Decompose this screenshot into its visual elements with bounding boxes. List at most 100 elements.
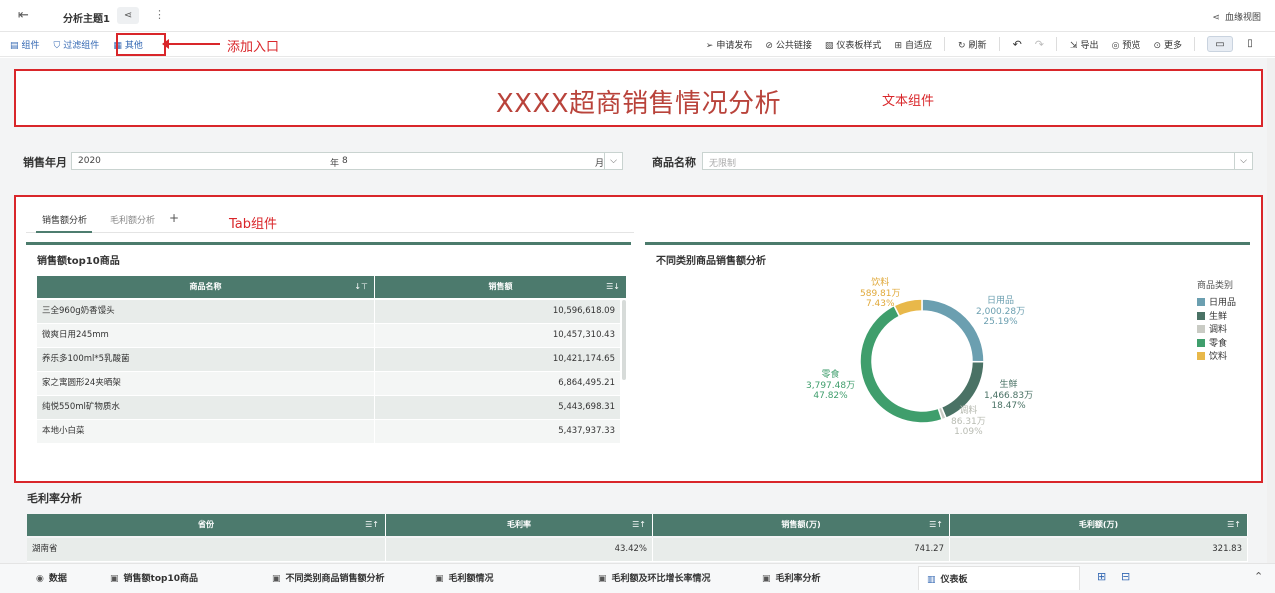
table-row[interactable]: 湖南省 43.42% 741.27 321.83 — [27, 538, 1248, 562]
table-row[interactable]: 三全960g奶香馒头 10,596,618.09 — [37, 300, 621, 324]
auto-fit-button[interactable]: ⊞ 自适应 — [894, 38, 932, 51]
column-header-margin-rate[interactable]: 毛利率 ☰↑ — [386, 514, 653, 536]
sort-icon[interactable]: ↓⊤ — [354, 276, 368, 298]
legend-item[interactable]: 生鲜 — [1197, 309, 1236, 323]
column-header-product[interactable]: 商品名称 ↓⊤ — [37, 276, 375, 298]
annotation-text-component: 文本组件 — [882, 94, 935, 109]
toolbar-divider — [998, 37, 1000, 51]
cell-product-name: 本地小白菜 — [37, 420, 375, 443]
mobile-icon: ▯ — [1247, 38, 1253, 49]
link-icon: ⊘ — [765, 40, 773, 51]
bottom-tab-data[interactable]: ◉ 数据 — [36, 571, 67, 584]
table-row[interactable]: 本地小白菜 5,437,937.33 — [37, 420, 621, 444]
table-scrollbar[interactable] — [622, 300, 626, 380]
legend-item[interactable]: 调料 — [1197, 322, 1236, 336]
redo-button[interactable]: ↷ — [1035, 38, 1044, 51]
refresh-button[interactable]: ↻ 刷新 — [958, 38, 987, 51]
sort-icon[interactable]: ☰↑ — [632, 514, 646, 536]
dashboard-style-label: 仪表板样式 — [836, 40, 882, 51]
table-row[interactable]: 纯悦550ml矿物质水 5,443,698.31 — [37, 396, 621, 420]
sort-icon[interactable]: ☰↑ — [1227, 514, 1241, 536]
margin-header: 省份 ☰↑ 毛利率 ☰↑ 销售额(万) ☰↑ 毛利额(万) ☰↑ — [27, 514, 1248, 536]
chevron-down-icon[interactable]: ⌵ — [1234, 153, 1252, 169]
text-component[interactable]: XXXX超商销售情况分析 — [14, 69, 1263, 127]
tab-sales-analysis[interactable]: 销售额分析 — [42, 213, 87, 226]
pie-slice[interactable] — [921, 298, 985, 363]
table-icon: ▣ — [272, 574, 281, 584]
column-header-province[interactable]: 省份 ☰↑ — [27, 514, 386, 536]
add-dashboard-icon[interactable]: ⊟ — [1121, 570, 1130, 583]
cell-sales: 6,864,495.21 — [375, 372, 621, 395]
bottom-tab-label: 不同类别商品销售额分析 — [285, 574, 385, 584]
add-tab-button[interactable]: + — [169, 211, 179, 225]
collapse-up-icon[interactable]: ⌃ — [1254, 570, 1263, 583]
pie-label-value: 1,466.83万 — [984, 390, 1034, 401]
export-button[interactable]: ⇲ 导出 — [1070, 38, 1099, 51]
desktop-icon: ▭ — [1215, 39, 1225, 50]
bottom-tab-top10[interactable]: ▣ 销售额top10商品 — [110, 571, 198, 584]
legend-swatch — [1197, 298, 1205, 306]
add-sheet-icon[interactable]: ⊞ — [1097, 570, 1106, 583]
filter-component-button[interactable]: ⛉ 过滤组件 — [54, 38, 100, 51]
bottom-tab-profit-growth[interactable]: ▣ 毛利额及环比增长率情况 — [598, 571, 711, 584]
bottom-tab-profit[interactable]: ▣ 毛利额情况 — [435, 571, 494, 584]
column-header-profit-wan[interactable]: 毛利额(万) ☰↑ — [950, 514, 1248, 536]
legend-item[interactable]: 日用品 — [1197, 295, 1236, 309]
sort-icon[interactable]: ☰↑ — [929, 514, 943, 536]
lineage-view-button[interactable]: ⋖ 血缘视图 — [1212, 10, 1261, 23]
table-row[interactable]: 养乐多100ml*5乳酸菌 10,421,174.65 — [37, 348, 621, 372]
pie-label-value: 3,797.48万 — [806, 380, 856, 391]
bottom-tab-label: 仪表板 — [940, 575, 968, 585]
sort-icon[interactable]: ☰↑ — [365, 514, 379, 536]
active-tab-indicator — [36, 231, 92, 233]
bottom-tab-margin[interactable]: ▣ 毛利率分析 — [762, 571, 821, 584]
component-button[interactable]: ▤ 组件 — [10, 38, 40, 51]
dashboard-style-button[interactable]: ▧ 仪表板样式 — [825, 38, 882, 51]
more-button[interactable]: ⊙ 更多 — [1153, 38, 1182, 51]
tab-gross-profit-analysis[interactable]: 毛利额分析 — [110, 213, 155, 226]
column-header-label: 省份 — [198, 520, 214, 529]
preview-button[interactable]: ◎ 预览 — [1112, 38, 1141, 51]
year-month-filter[interactable]: 2020 年 8 月 ⌵ — [71, 152, 623, 170]
column-header-sales-wan[interactable]: 销售额(万) ☰↑ — [653, 514, 950, 536]
cell-sales: 5,437,937.33 — [375, 420, 621, 443]
chart-legend: 商品类别 日用品 生鲜 调料零食 饮料 — [1197, 278, 1236, 363]
bottom-tab-category[interactable]: ▣ 不同类别商品销售额分析 — [272, 571, 385, 584]
apply-publish-label: 申请发布 — [716, 40, 753, 51]
desktop-view-button[interactable]: ▭ — [1207, 36, 1233, 52]
public-link-button[interactable]: ⊘ 公共链接 — [765, 38, 812, 51]
annotation-arrow — [162, 39, 220, 49]
table-icon: ▣ — [435, 574, 444, 584]
undo-button[interactable]: ↶ — [1013, 38, 1022, 51]
apply-publish-button[interactable]: ➢ 申请发布 — [706, 38, 753, 51]
share-icon[interactable]: ⋖ — [117, 7, 139, 24]
pie-slice[interactable] — [859, 304, 944, 424]
pie-label-name: 零食 — [821, 370, 840, 380]
auto-fit-label: 自适应 — [904, 40, 932, 51]
column-header-sales[interactable]: 销售额 ☰↓ — [375, 276, 627, 298]
table-row[interactable]: 微爽日用245mm 10,457,310.43 — [37, 324, 621, 348]
toolbar-divider — [1056, 37, 1057, 51]
legend-item[interactable]: 零食 — [1197, 336, 1236, 350]
more-vertical-icon[interactable]: ⋮ — [154, 8, 165, 21]
legend-title: 商品类别 — [1197, 281, 1234, 291]
toolbar-divider — [944, 37, 945, 51]
legend-items: 日用品 生鲜 调料零食 饮料 — [1197, 295, 1236, 363]
canvas-scrollbar[interactable] — [1267, 58, 1275, 563]
legend-label: 零食 — [1209, 338, 1228, 349]
column-header-label: 毛利额(万) — [1078, 520, 1119, 529]
mobile-view-button[interactable]: ▯ — [1237, 36, 1263, 52]
public-link-label: 公共链接 — [775, 40, 812, 51]
product-filter[interactable]: 无限制 ⌵ — [702, 152, 1253, 170]
exit-icon[interactable]: ⇤ — [18, 8, 29, 23]
export-icon: ⇲ — [1070, 40, 1078, 51]
sort-icon[interactable]: ☰↓ — [606, 276, 620, 298]
chevron-down-icon[interactable]: ⌵ — [604, 153, 622, 169]
category-chart-title: 不同类别商品销售额分析 — [656, 256, 766, 267]
bottom-tab-dashboard[interactable]: ▥ 仪表板 — [918, 566, 1080, 590]
legend-item[interactable]: 饮料 — [1197, 349, 1236, 363]
table-row[interactable]: 家之寓圆形24夹晒架 6,864,495.21 — [37, 372, 621, 396]
margin-title: 毛利率分析 — [27, 492, 82, 505]
annotation-tab-component: Tab组件 — [229, 217, 278, 232]
cell-sales: 5,443,698.31 — [375, 396, 621, 419]
